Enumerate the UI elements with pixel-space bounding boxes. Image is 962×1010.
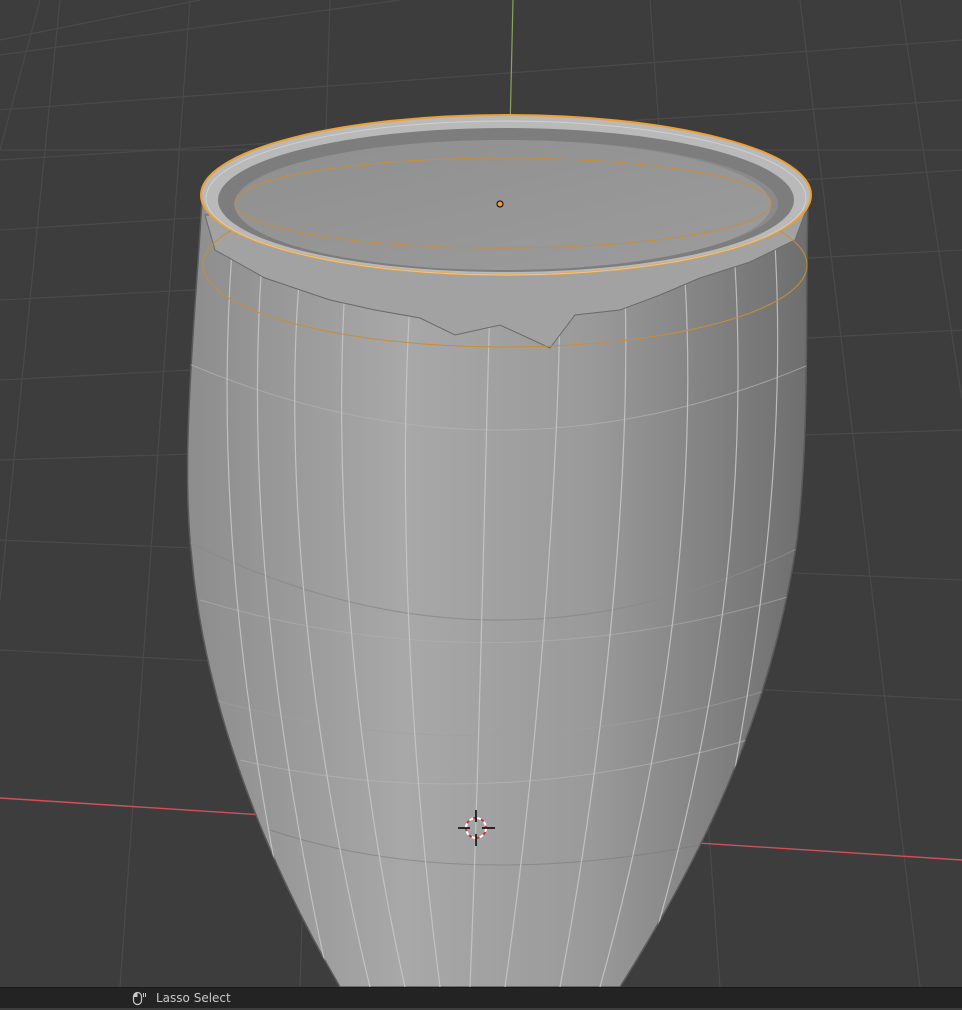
object-origin-point <box>496 200 504 208</box>
status-bar: Lasso Select <box>0 987 962 1008</box>
3d-viewport[interactable] <box>0 0 962 987</box>
mouse-left-click-icon <box>131 991 147 1006</box>
y-axis-line <box>509 0 514 131</box>
status-action-label: Lasso Select <box>156 991 231 1005</box>
